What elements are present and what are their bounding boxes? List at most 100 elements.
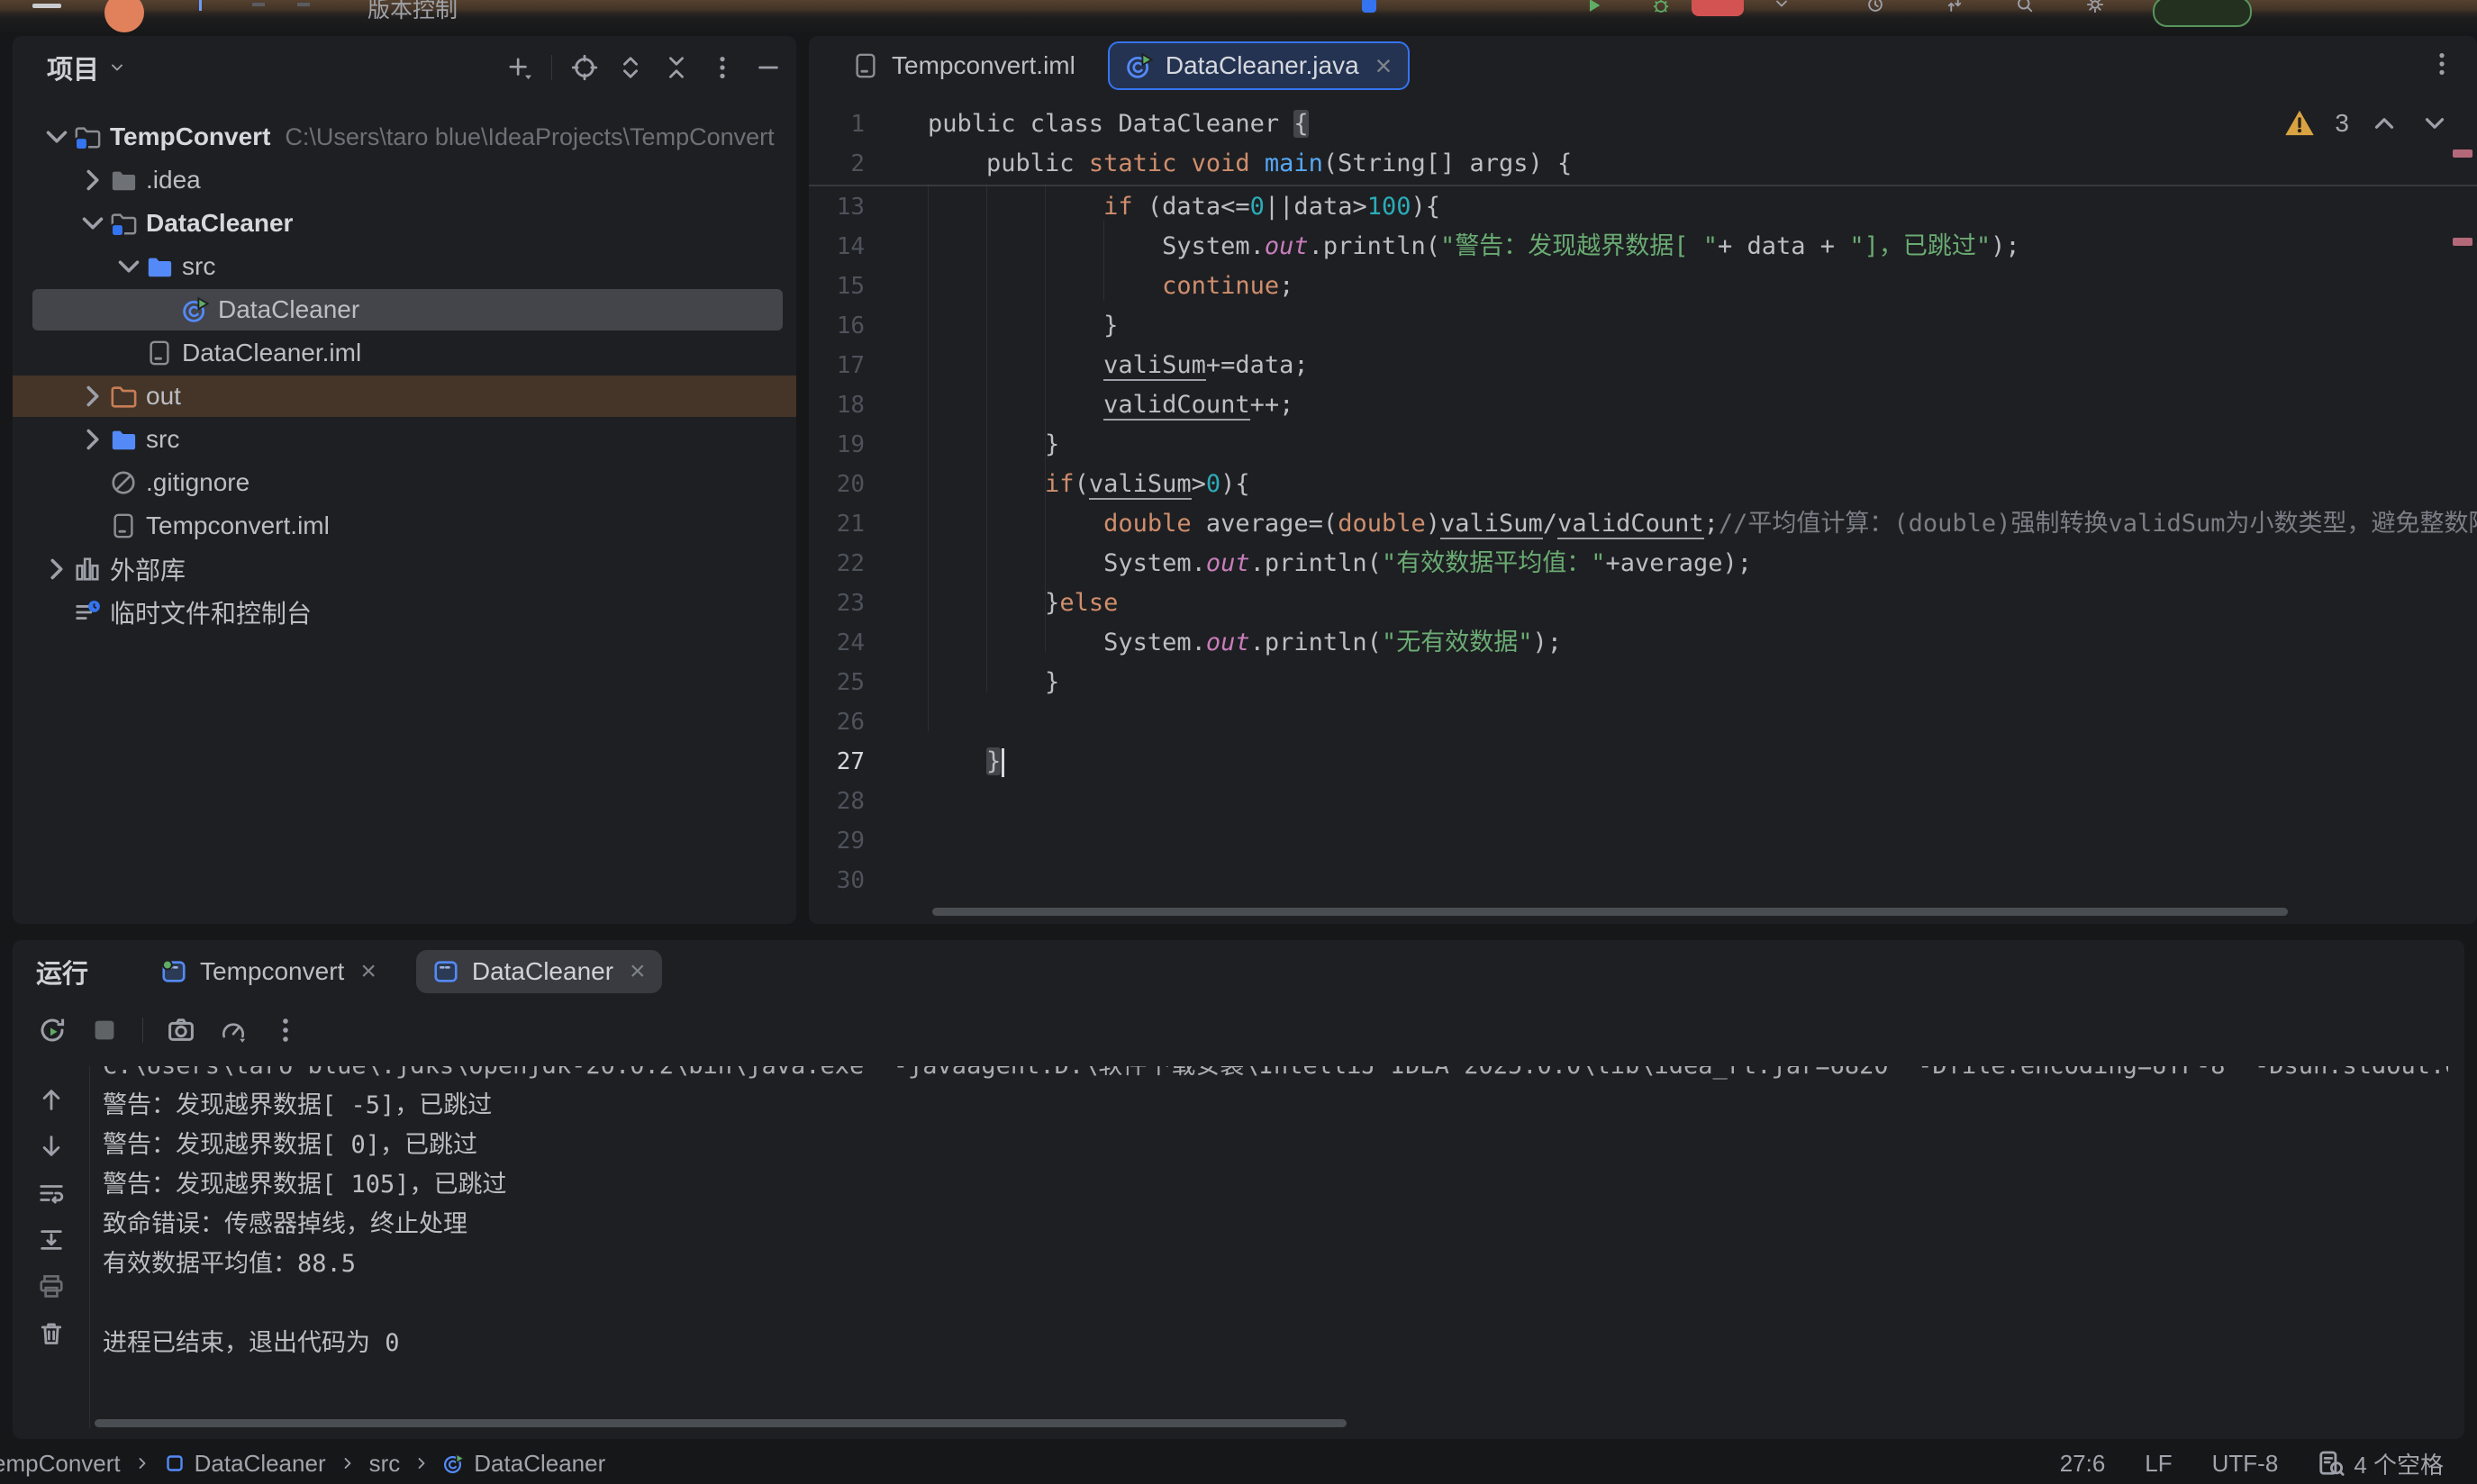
stop-button[interactable] [1692, 0, 1744, 16]
tree-item-out[interactable]: out [13, 375, 796, 418]
console-output[interactable]: C:\Users\taro blue\.jdks\openjdk-20.0.2\… [103, 1066, 2448, 1412]
scroll-to-end-button[interactable] [38, 1226, 65, 1253]
tree-item-.gitignore[interactable]: .gitignore [13, 461, 796, 504]
locate-file-button[interactable] [571, 54, 598, 81]
code-line-1[interactable]: 1public class DataCleaner { [809, 104, 2477, 144]
snapshot-button[interactable] [167, 1016, 195, 1045]
breadcrumb-DataCleaner[interactable]: DataCleaner [443, 1450, 605, 1478]
prev-problem-button[interactable] [2369, 108, 2400, 139]
line-separator-widget[interactable]: LF [2145, 1450, 2172, 1478]
tab-label: DataCleaner.java [1166, 51, 1359, 80]
run-tab-Tempconvert[interactable]: Tempconvert× [144, 950, 393, 993]
update-icon[interactable] [1946, 0, 1964, 14]
hide-panel-button[interactable] [755, 54, 782, 81]
chevron-down-icon[interactable] [112, 249, 146, 284]
chevron-down-icon[interactable] [76, 206, 110, 240]
editor-tab-Tempconvert.iml[interactable]: Tempconvert.iml [836, 43, 1092, 88]
code-line-26[interactable]: 26 [809, 702, 2477, 742]
error-stripe-mark[interactable] [2453, 149, 2472, 158]
indent-widget[interactable]: 4 个空格 [2318, 1447, 2444, 1480]
code-line-22[interactable]: 22 System.out.println("有效数据平均值："+average… [809, 544, 2477, 584]
record-indicator-icon[interactable] [104, 0, 144, 32]
tree-item-src[interactable]: src [13, 245, 796, 288]
breadcrumb-src[interactable]: src [369, 1450, 401, 1478]
more-options-button[interactable] [271, 1016, 300, 1045]
tree-item-DataCleaner[interactable]: DataCleaner [13, 288, 796, 331]
code-line-14[interactable]: 14 System.out.println("警告：发现越界数据[ "+ dat… [809, 227, 2477, 267]
prev-occurrence-button[interactable] [38, 1086, 65, 1113]
code-editor[interactable]: 13 if (data<=0||data>100){14 System.out.… [809, 95, 2477, 924]
chevron-right-icon[interactable] [40, 552, 74, 586]
expand-all-button[interactable] [617, 54, 644, 81]
code-line-21[interactable]: 21 double average=(double)valiSum/validC… [809, 504, 2477, 544]
chevron-down-icon[interactable] [40, 120, 74, 154]
code-line-24[interactable]: 24 System.out.println("无有效数据"); [809, 623, 2477, 663]
console-horizontal-scrollbar[interactable] [95, 1419, 1347, 1427]
tree-item-label: DataCleaner [146, 209, 293, 238]
code-line-2[interactable]: 2 public static void main(String[] args)… [809, 144, 2477, 184]
debug-icon[interactable] [1652, 0, 1670, 14]
chevron-right-icon[interactable] [76, 163, 110, 197]
code-line-18[interactable]: 18 validCount++; [809, 385, 2477, 425]
inspections-widget[interactable]: 3 [2284, 108, 2450, 139]
tree-item-Tempconvert.iml[interactable]: Tempconvert.iml [13, 504, 796, 547]
run-panel-title[interactable]: 运行 [36, 953, 88, 991]
code-line-17[interactable]: 17 valiSum+=data; [809, 346, 2477, 385]
collapse-all-button[interactable] [663, 54, 690, 81]
close-icon[interactable]: × [630, 958, 646, 985]
tree-item--[interactable]: 临时文件和控制台 [13, 591, 796, 634]
code-line-27[interactable]: 27 } [809, 742, 2477, 782]
code-line-30[interactable]: 30 [809, 861, 2477, 900]
run-icon[interactable] [1585, 0, 1603, 14]
code-line-13[interactable]: 13 if (data<=0||data>100){ [809, 187, 2477, 227]
add-button[interactable] [505, 54, 532, 81]
code-line-25[interactable]: 25 } [809, 663, 2477, 702]
settings-icon[interactable] [2086, 0, 2104, 14]
project-panel-title[interactable]: 项目 [47, 49, 126, 86]
tree-item-.idea[interactable]: .idea [13, 158, 796, 202]
stop-button[interactable] [90, 1016, 119, 1045]
profiler-button[interactable] [219, 1016, 248, 1045]
run-tab-DataCleaner[interactable]: DataCleaner× [416, 950, 662, 993]
caret-position-widget[interactable]: 27:6 [2060, 1450, 2106, 1478]
editor-horizontal-scrollbar[interactable] [932, 908, 2288, 916]
code-line-29[interactable]: 29 [809, 821, 2477, 861]
code-line-15[interactable]: 15 continue; [809, 267, 2477, 306]
plugin-pill-button[interactable] [2153, 0, 2252, 27]
clear-console-button[interactable] [38, 1320, 65, 1347]
close-icon[interactable]: × [1375, 51, 1393, 80]
tree-item--[interactable]: 外部库 [13, 547, 796, 591]
error-stripe-mark[interactable] [2453, 238, 2472, 246]
code-line-20[interactable]: 20 if(valiSum>0){ [809, 465, 2477, 504]
chevron-down-icon[interactable] [1773, 0, 1791, 13]
code-line-28[interactable]: 28 [809, 782, 2477, 821]
version-control-menu[interactable]: 版本控制 [367, 0, 458, 24]
class-icon [443, 1452, 465, 1474]
code-line-16[interactable]: 16 } [809, 306, 2477, 346]
rerun-button[interactable] [38, 1016, 67, 1045]
breadcrumb-DataCleaner[interactable]: DataCleaner [164, 1450, 326, 1478]
tree-item-src[interactable]: src [13, 418, 796, 461]
search-icon[interactable] [2016, 0, 2034, 14]
code-line-23[interactable]: 23 }else [809, 584, 2477, 623]
breadcrumb-empConvert[interactable]: empConvert [0, 1450, 121, 1478]
history-icon[interactable] [1866, 0, 1884, 14]
chevron-right-icon[interactable] [76, 422, 110, 457]
chevron-right-icon[interactable] [76, 379, 110, 413]
tree-item-DataCleaner[interactable]: DataCleaner [13, 202, 796, 245]
encoding-widget[interactable]: UTF-8 [2212, 1450, 2279, 1478]
next-problem-button[interactable] [2419, 108, 2450, 139]
print-button[interactable] [38, 1273, 65, 1300]
tree-item-DataCleaner.iml[interactable]: DataCleaner.iml [13, 331, 796, 375]
run-config-icon[interactable] [1362, 0, 1376, 13]
tree-item-TempConvert[interactable]: TempConvertC:\Users\taro blue\IdeaProjec… [13, 115, 796, 158]
editor-options-button[interactable] [2428, 50, 2455, 77]
editor-tab-DataCleaner.java[interactable]: DataCleaner.java × [1108, 41, 1411, 90]
close-icon[interactable]: × [360, 958, 377, 985]
hamburger-menu-icon[interactable] [32, 4, 61, 8]
breadcrumb-separator-icon [133, 1454, 151, 1472]
code-line-19[interactable]: 19 } [809, 425, 2477, 465]
next-occurrence-button[interactable] [38, 1133, 65, 1160]
soft-wrap-button[interactable] [38, 1180, 65, 1207]
options-menu-button[interactable] [709, 54, 736, 81]
